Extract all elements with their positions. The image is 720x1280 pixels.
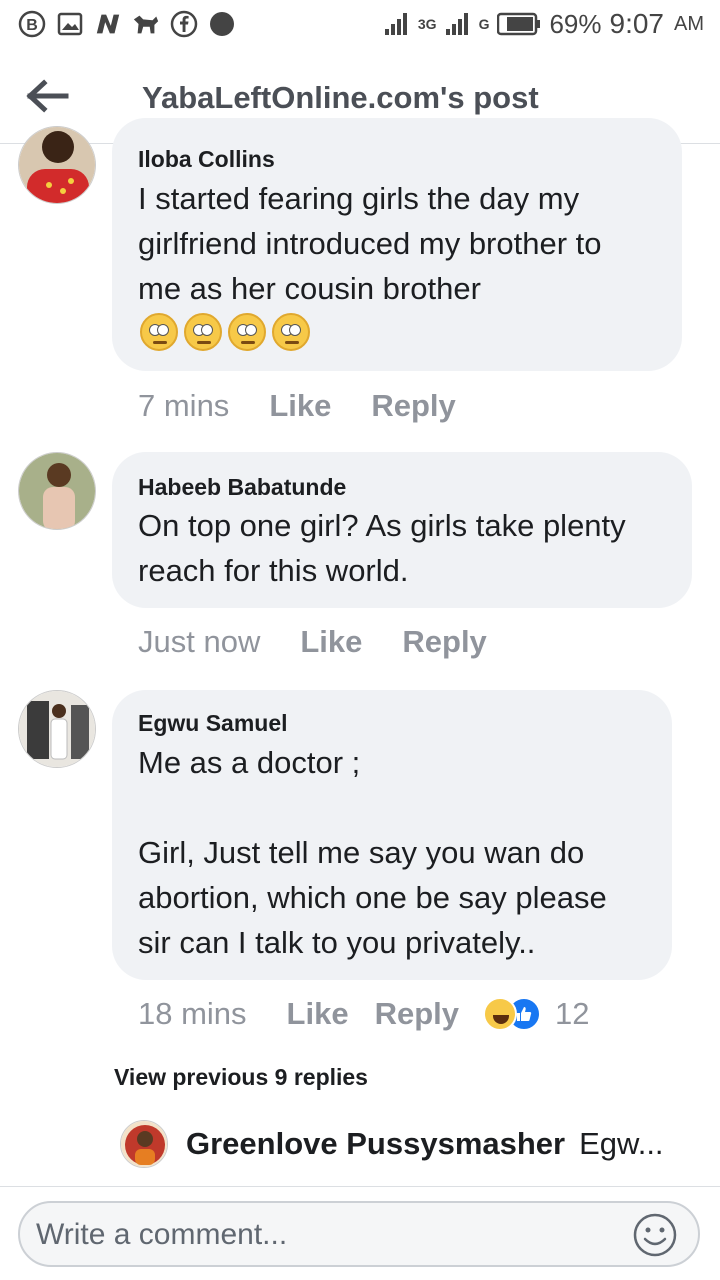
rolling-eyes-icon — [184, 313, 222, 351]
clock-ampm: AM — [674, 12, 704, 35]
commenter-name[interactable]: Iloba Collins — [138, 146, 275, 173]
comment-composer — [18, 1201, 700, 1267]
reply-label: Reply — [374, 996, 459, 1031]
avatar[interactable] — [18, 452, 96, 530]
comment-text: Me as a doctor ; Girl, Just tell me say … — [138, 745, 607, 960]
comment-actions: 18 mins Like Reply 12 — [138, 996, 589, 1032]
signal-icon — [384, 13, 407, 35]
comment-text: On top one girl? As girls take plenty re… — [138, 508, 626, 588]
dog-icon — [132, 10, 160, 38]
reaction-count: 12 — [555, 996, 590, 1031]
notification-icons: B — [18, 10, 236, 38]
haha-reaction-icon — [483, 997, 517, 1031]
system-status: 3G G 69% 9:07 AM — [384, 8, 704, 40]
avatar[interactable] — [18, 690, 96, 768]
clock-time: 9:07 — [609, 8, 665, 39]
avatar[interactable] — [120, 1120, 168, 1168]
emoji-row — [140, 313, 310, 351]
avatar[interactable] — [18, 126, 96, 204]
battery-icon — [497, 12, 541, 36]
b-circle-icon: B — [18, 10, 46, 38]
view-previous-replies-link[interactable]: View previous 9 replies — [114, 1064, 368, 1091]
comment-input[interactable] — [36, 1215, 616, 1255]
back-arrow-icon[interactable] — [26, 78, 70, 114]
comment-text: I started fearing girls the day my girlf… — [138, 181, 602, 306]
signal-icon-2 — [445, 13, 468, 35]
commenter-name[interactable]: Habeeb Babatunde — [138, 474, 346, 501]
reply-author-name[interactable]: Greenlove Pussysmasher — [186, 1126, 565, 1162]
network-g-label: G — [478, 16, 490, 32]
comment-actions: 7 mins Like Reply — [138, 388, 456, 424]
comment-time: 18 mins — [138, 996, 247, 1031]
reply-preview-text: Egw... — [579, 1126, 664, 1161]
like-button[interactable]: Like — [269, 388, 331, 424]
latest-reply[interactable]: Greenlove Pussysmasher Egw... — [120, 1120, 664, 1168]
emoji-picker-icon[interactable] — [632, 1212, 678, 1258]
comment-actions: Just now Like Reply — [138, 624, 487, 660]
svg-text:B: B — [26, 17, 38, 34]
comment-time: 7 mins — [138, 388, 230, 423]
reaction-summary[interactable]: 12 — [483, 996, 589, 1032]
reply-button[interactable]: Reply — [402, 624, 486, 660]
comment-time: Just now — [138, 624, 261, 659]
battery-percent: 69% — [549, 8, 602, 39]
page-title: YabaLeftOnline.com's post — [142, 80, 539, 115]
commenter-name[interactable]: Egwu Samuel — [138, 710, 288, 737]
reply-button[interactable]: Reply — [375, 996, 459, 1032]
facebook-icon — [170, 10, 198, 38]
dot-icon — [208, 10, 236, 38]
rolling-eyes-icon — [228, 313, 266, 351]
comment-composer-bar — [0, 1186, 720, 1280]
like-button[interactable]: Like — [287, 996, 349, 1032]
like-button[interactable]: Like — [300, 624, 362, 660]
image-icon — [56, 10, 84, 38]
n-logo-icon — [94, 10, 122, 38]
network-3g-label: 3G — [417, 16, 437, 32]
rolling-eyes-icon — [272, 313, 310, 351]
rolling-eyes-icon — [140, 313, 178, 351]
reply-button[interactable]: Reply — [371, 388, 455, 424]
status-bar: B 3G G 69% 9:07 AM — [0, 0, 720, 50]
